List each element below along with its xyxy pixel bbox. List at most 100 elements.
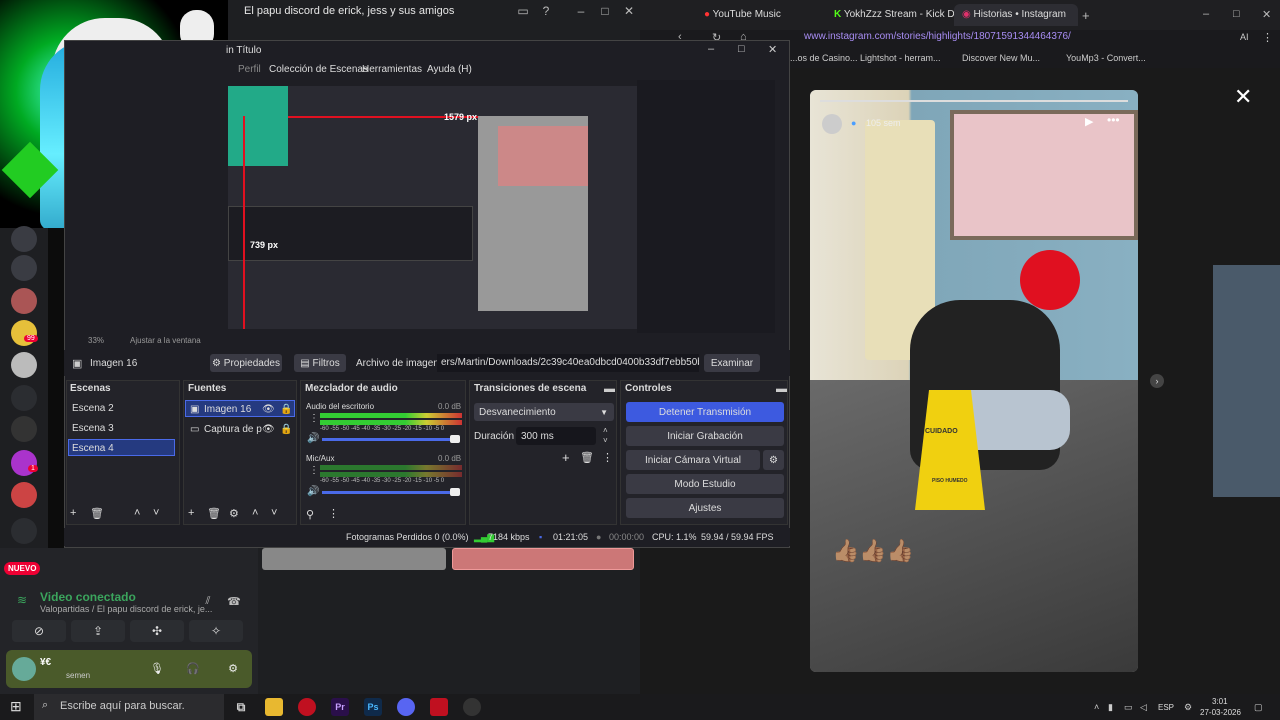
tab-kick[interactable]: K YokhZzz Stream - Kick D... xyxy=(826,4,954,26)
settings-icon[interactable]: ⚙ xyxy=(1184,702,1192,713)
volume-slider[interactable] xyxy=(322,491,458,494)
more-options-icon[interactable]: ••• xyxy=(1107,113,1120,127)
server-icon[interactable] xyxy=(11,482,37,508)
dock-menu-icon[interactable]: ▬ xyxy=(604,383,615,395)
trash-icon[interactable]: 🗑 xyxy=(580,451,594,464)
discord-icon[interactable] xyxy=(397,698,415,716)
transition-select[interactable]: Desvanecimiento ▼ xyxy=(474,403,614,421)
file-path-field[interactable]: ers/Martin/Downloads/2c39c40ea0dbcd0400b… xyxy=(437,354,699,372)
language-indicator[interactable]: ESP xyxy=(1158,703,1174,712)
duration-field[interactable]: 300 ms xyxy=(516,427,596,445)
tab-instagram[interactable]: ◉ Historias • Instagram xyxy=(954,4,1078,26)
source-item[interactable]: Imagen 16 xyxy=(204,404,251,415)
add-scene-icon[interactable]: + xyxy=(70,507,76,519)
clock-date[interactable]: 27-03-2026 xyxy=(1200,708,1241,717)
visibility-eye-icon[interactable]: 👁 xyxy=(262,404,275,415)
lock-icon[interactable]: 🔒 xyxy=(280,404,292,415)
settings-button[interactable]: Ajustes xyxy=(626,498,784,518)
server-icon[interactable] xyxy=(11,288,37,314)
voice-channel-name[interactable]: Valopartidas / El papu discord de erick,… xyxy=(40,604,212,614)
file-explorer-icon[interactable] xyxy=(265,698,283,716)
menu-perfil[interactable]: Perfil xyxy=(238,64,261,75)
stepper-down-icon[interactable]: ˅ xyxy=(603,436,608,445)
properties-button[interactable]: ⚙ Propiedades xyxy=(210,354,282,372)
close-icon[interactable]: ✕ xyxy=(620,2,638,20)
volume-slider[interactable] xyxy=(322,438,458,441)
scene-item[interactable]: Escena 4 xyxy=(72,443,114,454)
help-icon[interactable]: ? xyxy=(537,2,555,20)
url-field[interactable]: www.instagram.com/stories/highlights/180… xyxy=(804,31,1071,42)
clock-time[interactable]: 3:01 xyxy=(1212,697,1228,706)
zoom-level[interactable]: 33% xyxy=(88,336,104,345)
scene-item[interactable]: Escena 2 xyxy=(72,403,114,414)
dock-menu-icon[interactable]: ▬ xyxy=(776,383,787,395)
link-icon[interactable]: ⚲ xyxy=(306,508,314,521)
stage-tile[interactable] xyxy=(452,548,634,570)
task-view-icon[interactable]: ⧉ xyxy=(232,698,250,716)
volume-knob[interactable] xyxy=(450,488,460,496)
bookmark-item[interactable]: ...os de Casino... xyxy=(790,53,858,63)
opera-gx-icon[interactable] xyxy=(298,698,316,716)
studio-mode-button[interactable]: Modo Estudio xyxy=(626,474,784,494)
close-icon[interactable]: ✕ xyxy=(1234,84,1252,110)
premiere-icon[interactable]: Pr xyxy=(331,698,349,716)
camera-off-button[interactable]: ⊘ xyxy=(12,620,66,642)
bookmark-item[interactable]: YouMp3 - Convert... xyxy=(1066,53,1146,63)
server-icon[interactable] xyxy=(11,226,37,252)
server-icon[interactable] xyxy=(11,320,37,346)
next-arrow-icon[interactable]: › xyxy=(1150,374,1164,388)
source-item[interactable]: Captura de p xyxy=(204,424,262,435)
move-up-icon[interactable]: ˄ xyxy=(134,507,140,519)
trash-icon[interactable]: 🗑 xyxy=(90,507,104,520)
stepper-up-icon[interactable]: ˄ xyxy=(603,426,608,435)
taskbar-search[interactable]: Escribe aquí para buscar. xyxy=(34,694,224,720)
next-story-preview[interactable] xyxy=(1213,265,1280,497)
disconnect-icon[interactable]: ☎ xyxy=(226,593,242,609)
play-icon[interactable]: ▶ xyxy=(1085,115,1093,128)
server-icon[interactable] xyxy=(11,352,37,378)
maximize-icon[interactable]: □ xyxy=(738,43,745,55)
tab-youtube-music[interactable]: ● YouTube Music xyxy=(696,4,824,26)
volume-icon[interactable]: ◁ xyxy=(1140,702,1147,713)
bookmark-item[interactable]: Discover New Mu... xyxy=(962,53,1040,63)
stage-tile[interactable] xyxy=(262,548,446,570)
scene-item[interactable]: Escena 3 xyxy=(72,423,114,434)
move-down-icon[interactable]: ˅ xyxy=(271,507,277,519)
ai-icon[interactable]: AI xyxy=(1240,32,1249,42)
add-source-icon[interactable]: + xyxy=(188,507,194,519)
windows-start-icon[interactable]: ⊞ xyxy=(10,698,22,715)
tray-chevron-icon[interactable]: ˄ xyxy=(1094,702,1099,712)
menu-herramientas[interactable]: Herramientas xyxy=(362,64,422,75)
browse-button[interactable]: Examinar xyxy=(704,354,760,372)
minimize-icon[interactable]: – xyxy=(1203,8,1209,20)
lock-icon[interactable]: 🔒 xyxy=(280,424,292,435)
menu-colecciones[interactable]: Colección de Escenas xyxy=(269,64,368,75)
soundboard-button[interactable]: ✧ xyxy=(189,620,243,642)
minimize-icon[interactable]: – xyxy=(708,43,714,55)
tray-app-icon[interactable]: ▮ xyxy=(1108,702,1113,713)
volume-knob[interactable] xyxy=(450,435,460,443)
menu-ayuda[interactable]: Ayuda (H) xyxy=(427,64,472,75)
close-icon[interactable]: ✕ xyxy=(1262,8,1271,21)
server-icon[interactable] xyxy=(11,255,37,281)
app-icon[interactable] xyxy=(430,698,448,716)
obs-icon[interactable] xyxy=(463,698,481,716)
avatar[interactable] xyxy=(12,657,36,681)
bookmark-item[interactable]: Lightshot - herram... xyxy=(860,53,941,63)
folder-icon[interactable] xyxy=(11,518,37,544)
filters-button[interactable]: ▤ Filtros xyxy=(294,354,346,372)
photoshop-icon[interactable]: Ps xyxy=(364,698,382,716)
move-up-icon[interactable]: ˄ xyxy=(252,507,258,519)
noise-suppression-icon[interactable]: ⫽ xyxy=(200,593,216,609)
server-icon[interactable] xyxy=(11,416,37,442)
folder-icon[interactable] xyxy=(11,385,37,411)
screen-share-button[interactable]: ⇪ xyxy=(71,620,125,642)
mixer-menu-icon[interactable]: ⋮ xyxy=(309,465,319,476)
inbox-icon[interactable]: ▭ xyxy=(514,2,532,20)
transition-options-icon[interactable]: ⋮ xyxy=(602,451,613,464)
new-tab-icon[interactable]: + xyxy=(1082,8,1090,23)
move-down-icon[interactable]: ˅ xyxy=(153,507,159,519)
mixer-options-icon[interactable]: ⋮ xyxy=(328,507,339,520)
speaker-icon[interactable]: 🔊 xyxy=(307,486,319,497)
stop-streaming-button[interactable]: Detener Transmisión xyxy=(626,402,784,422)
